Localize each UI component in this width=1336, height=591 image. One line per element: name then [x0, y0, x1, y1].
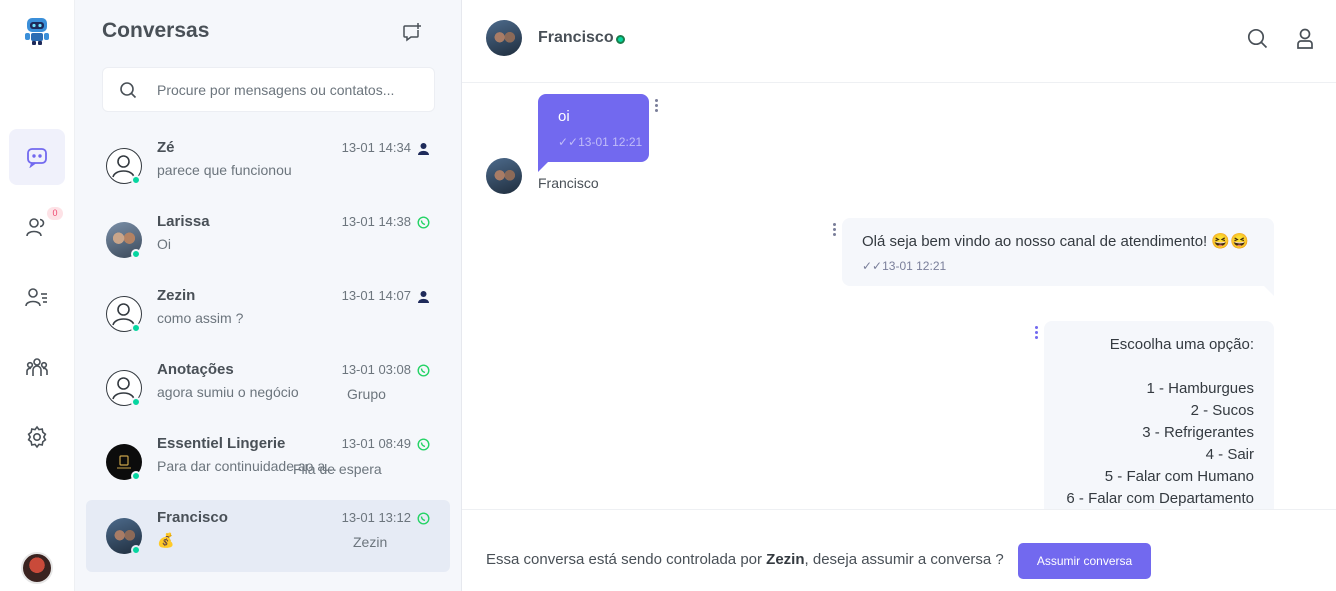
- contact-name: Larissa: [157, 213, 210, 230]
- chat-area: Francisco oi ✓✓13-01 12:21 Francisco Olá…: [462, 0, 1336, 591]
- conversation-item-active[interactable]: Francisco 💰 13-01 13:12 Zezin: [86, 500, 450, 572]
- chat-icon: [27, 148, 47, 168]
- search-input[interactable]: [157, 68, 427, 111]
- conversation-item[interactable]: Anotações agora sumiu o negócio 13-01 03…: [86, 352, 450, 424]
- last-message: parece que funcionou: [157, 162, 292, 178]
- user-icon: [418, 291, 429, 303]
- contacts-icon: [26, 218, 45, 237]
- queue-tag: Zezin: [353, 534, 388, 550]
- read-check-icon: ✓✓: [862, 259, 883, 273]
- message-meta: ✓✓13-01 12:21: [558, 135, 642, 149]
- search-icon: [120, 82, 137, 99]
- bubble-tail: [538, 162, 548, 172]
- current-user-avatar[interactable]: [21, 552, 53, 584]
- groups-icon: [26, 358, 48, 376]
- read-check-icon: ✓✓: [558, 135, 579, 149]
- search-icon[interactable]: [1247, 28, 1268, 49]
- message-text: Olá seja bem vindo ao nosso canal de ate…: [862, 233, 1249, 250]
- message-time: 13-01 08:49: [341, 436, 411, 451]
- contact-name: Essentiel Lingerie: [157, 435, 286, 452]
- bubble-tail: [1264, 286, 1274, 296]
- outgoing-message: Escoolha uma opção: 1 - Hamburgues 2 - S…: [1044, 321, 1274, 521]
- queue-tag: Fila de espera: [293, 461, 382, 477]
- message-text: Escoolha uma opção: 1 - Hamburgues 2 - S…: [1066, 336, 1254, 507]
- contact-avatar[interactable]: [486, 20, 522, 56]
- settings-icon: [27, 425, 47, 449]
- search-box: [102, 67, 435, 112]
- user-icon: [418, 143, 429, 155]
- message-options-icon[interactable]: [655, 99, 659, 114]
- contacts-badge: 0: [47, 207, 63, 220]
- take-over-button[interactable]: Assumir conversa: [1018, 543, 1151, 579]
- chat-footer: Essa conversa está sendo controlada por …: [462, 509, 1336, 591]
- message-time: 13-01 14:07: [341, 288, 411, 303]
- panel-title: Conversas: [102, 19, 210, 42]
- whatsapp-icon: [417, 364, 430, 377]
- online-indicator: [616, 35, 625, 44]
- incoming-message: oi ✓✓13-01 12:21: [538, 94, 649, 172]
- left-rail: 0: [0, 0, 75, 591]
- last-message: agora sumiu o negócio: [157, 384, 299, 400]
- notice-suffix: , deseja assumir a conversa ?: [804, 551, 1004, 568]
- conversation-item[interactable]: Essentiel Lingerie Para dar continuidade…: [86, 426, 450, 498]
- message-time: 13-01 14:38: [341, 214, 411, 229]
- message-time: 13-01 12:21: [882, 259, 947, 273]
- online-indicator: [131, 545, 141, 555]
- online-indicator: [131, 249, 141, 259]
- whatsapp-icon: [417, 438, 430, 451]
- contact-name: Francisco: [157, 509, 228, 526]
- nav-settings[interactable]: [9, 409, 65, 465]
- contact-name[interactable]: Francisco: [538, 29, 614, 47]
- outgoing-message: Olá seja bem vindo ao nosso canal de ate…: [842, 218, 1274, 296]
- nav-user-list[interactable]: [9, 269, 65, 325]
- contact-name: Anotações: [157, 361, 234, 378]
- message-options-icon[interactable]: [1035, 326, 1039, 341]
- whatsapp-icon: [417, 216, 430, 229]
- nav-contacts[interactable]: 0: [9, 199, 65, 255]
- message-meta: ✓✓13-01 12:21: [862, 259, 946, 273]
- takeover-notice: Essa conversa está sendo controlada por …: [486, 551, 1004, 568]
- brand-logo-icon: [117, 455, 131, 469]
- online-indicator: [131, 471, 141, 481]
- online-indicator: [131, 397, 141, 407]
- agent-name: Zezin: [766, 551, 805, 568]
- conversation-item[interactable]: Zezin como assim ? 13-01 14:07: [86, 278, 450, 350]
- conversations-panel: Conversas Zé parece que funcionou 13-01 …: [75, 0, 462, 591]
- queue-tag: Grupo: [347, 386, 386, 402]
- message-options-icon[interactable]: [833, 223, 837, 238]
- online-indicator: [131, 323, 141, 333]
- sender-name: Francisco: [538, 175, 599, 191]
- last-message: Oi: [157, 236, 171, 252]
- chat-header: Francisco: [462, 0, 1336, 83]
- message-time: 13-01 03:08: [341, 362, 411, 377]
- last-message: 💰: [157, 532, 175, 548]
- user-list-icon: [25, 288, 47, 307]
- robot-logo-icon[interactable]: [22, 14, 52, 46]
- notice-prefix: Essa conversa está sendo controlada por: [486, 551, 767, 568]
- whatsapp-icon: [417, 512, 430, 525]
- nav-chats[interactable]: [9, 129, 65, 185]
- sender-avatar: [486, 158, 522, 194]
- message-time: 13-01 12:21: [578, 135, 643, 149]
- message-text: oi: [558, 108, 570, 125]
- last-message: como assim ?: [157, 310, 244, 326]
- conversation-item[interactable]: Larissa Oi 13-01 14:38: [86, 204, 450, 276]
- contact-name: Zé: [157, 139, 175, 156]
- new-chat-icon[interactable]: [402, 22, 422, 42]
- user-profile-icon[interactable]: [1296, 28, 1314, 49]
- contact-name: Zezin: [157, 287, 196, 304]
- message-time: 13-01 14:34: [341, 140, 411, 155]
- conversation-item[interactable]: Zé parece que funcionou 13-01 14:34: [86, 130, 450, 202]
- nav-groups[interactable]: [9, 339, 65, 395]
- message-time: 13-01 13:12: [341, 510, 411, 525]
- online-indicator: [131, 175, 141, 185]
